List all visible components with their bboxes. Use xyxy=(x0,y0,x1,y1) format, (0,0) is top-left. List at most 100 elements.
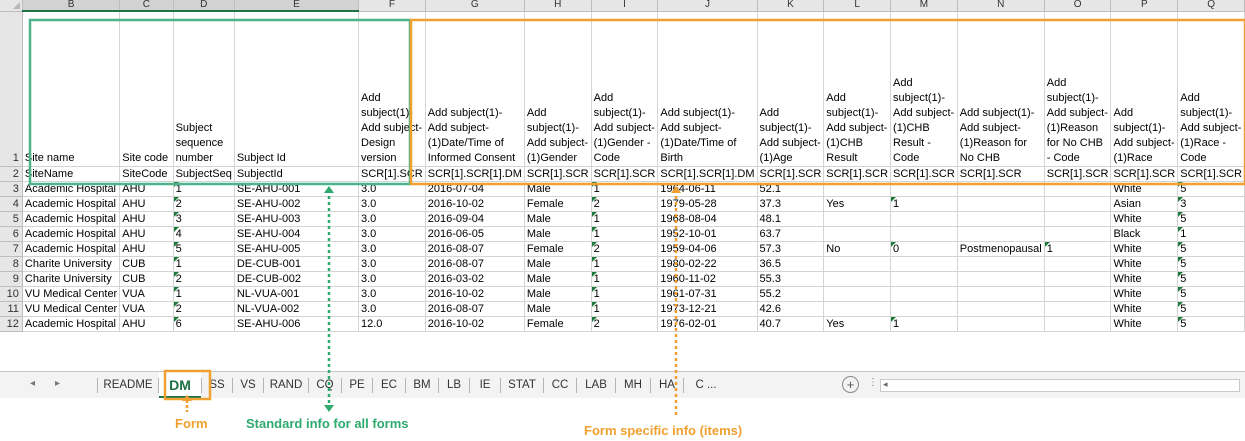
data-cell[interactable]: Yes xyxy=(823,316,892,332)
data-cell[interactable] xyxy=(1044,181,1112,197)
data-cell[interactable]: AHU xyxy=(119,316,174,332)
header-cell[interactable]: Add subject(1)- Add subject- (1)Reason f… xyxy=(1044,11,1112,167)
sheet-tab-stat[interactable]: STAT xyxy=(501,372,543,398)
data-cell[interactable] xyxy=(1044,271,1112,287)
data-cell[interactable]: 2 xyxy=(173,301,235,317)
header-cell[interactable]: Add subject(1)- Add subject- (1)Race xyxy=(1110,11,1179,167)
data-cell[interactable]: 3.0 xyxy=(358,226,426,242)
data-cell[interactable]: 5 xyxy=(173,241,235,257)
data-cell[interactable]: Yes xyxy=(823,196,892,212)
scroll-tabs-left-icon[interactable]: ◂ xyxy=(30,378,35,389)
sheet-tab-c[interactable]: C ... xyxy=(684,372,728,398)
data-cell[interactable]: Academic Hospital xyxy=(22,181,121,197)
data-cell[interactable]: 5 xyxy=(1177,241,1245,257)
data-cell[interactable]: NL-VUA-002 xyxy=(234,301,360,317)
code-cell[interactable]: SubjectSeq xyxy=(173,166,235,182)
sheet-tab-vs[interactable]: VS xyxy=(233,372,263,398)
data-cell[interactable]: Academic Hospital xyxy=(22,241,121,257)
data-cell[interactable] xyxy=(823,226,892,242)
header-cell[interactable]: Add subject(1)- Add subject- (1)Gender -… xyxy=(591,11,659,167)
data-cell[interactable]: 1 xyxy=(591,211,659,227)
data-cell[interactable]: CUB xyxy=(119,271,174,287)
row-number[interactable]: 11 xyxy=(0,301,23,317)
data-cell[interactable] xyxy=(890,181,958,197)
code-cell[interactable]: SCR[1].SCR xyxy=(823,166,892,182)
data-cell[interactable]: VUA xyxy=(119,286,174,302)
row-number[interactable]: 7 xyxy=(0,241,23,257)
data-cell[interactable] xyxy=(1044,301,1112,317)
data-cell[interactable]: Asian xyxy=(1110,196,1179,212)
data-cell[interactable]: 55.2 xyxy=(757,286,825,302)
data-cell[interactable]: AHU xyxy=(119,226,174,242)
data-cell[interactable]: White xyxy=(1110,211,1179,227)
data-cell[interactable]: 2 xyxy=(591,241,659,257)
sheet-tab-ie[interactable]: IE xyxy=(470,372,500,398)
data-cell[interactable] xyxy=(890,286,958,302)
data-cell[interactable]: Female xyxy=(524,316,592,332)
data-cell[interactable]: Academic Hospital xyxy=(22,226,121,242)
data-cell[interactable]: 12.0 xyxy=(358,316,426,332)
header-cell[interactable]: Subject sequence number xyxy=(173,11,235,167)
data-cell[interactable]: 2016-08-07 xyxy=(425,241,525,257)
column-header[interactable]: E xyxy=(234,0,360,12)
code-cell[interactable]: SCR[1].SCR xyxy=(524,166,592,182)
column-header[interactable]: J xyxy=(657,0,758,12)
data-cell[interactable] xyxy=(823,181,892,197)
data-cell[interactable]: White xyxy=(1110,271,1179,287)
data-cell[interactable]: Academic Hospital xyxy=(22,316,121,332)
data-cell[interactable] xyxy=(890,256,958,272)
data-cell[interactable] xyxy=(890,271,958,287)
data-cell[interactable]: White xyxy=(1110,181,1179,197)
data-cell[interactable]: 2016-08-07 xyxy=(425,301,525,317)
data-cell[interactable]: 3 xyxy=(173,211,235,227)
sheet-tab-mh[interactable]: MH xyxy=(616,372,650,398)
data-cell[interactable]: 3.0 xyxy=(358,301,426,317)
data-cell[interactable]: 5 xyxy=(1177,301,1245,317)
column-header[interactable]: G xyxy=(425,0,525,12)
data-cell[interactable]: White xyxy=(1110,286,1179,302)
data-cell[interactable]: Academic Hospital xyxy=(22,196,121,212)
data-cell[interactable]: 2016-09-04 xyxy=(425,211,525,227)
data-cell[interactable] xyxy=(957,196,1045,212)
data-cell[interactable]: 5 xyxy=(1177,181,1245,197)
column-header[interactable]: I xyxy=(591,0,659,12)
row-number[interactable]: 6 xyxy=(0,226,23,242)
horizontal-scrollbar[interactable]: ◂ xyxy=(880,379,1240,392)
data-cell[interactable] xyxy=(957,271,1045,287)
column-header[interactable]: C xyxy=(119,0,174,12)
data-cell[interactable]: 40.7 xyxy=(757,316,825,332)
data-cell[interactable] xyxy=(823,301,892,317)
data-cell[interactable]: 2 xyxy=(591,316,659,332)
data-cell[interactable]: 1 xyxy=(890,316,958,332)
data-cell[interactable] xyxy=(1044,226,1112,242)
data-cell[interactable]: 2016-06-05 xyxy=(425,226,525,242)
code-cell[interactable]: SubjectId xyxy=(234,166,360,182)
data-cell[interactable]: 42.6 xyxy=(757,301,825,317)
data-cell[interactable]: 5 xyxy=(1177,211,1245,227)
data-cell[interactable]: AHU xyxy=(119,181,174,197)
data-cell[interactable]: 5 xyxy=(1177,256,1245,272)
data-cell[interactable] xyxy=(957,286,1045,302)
data-cell[interactable]: Male xyxy=(524,181,592,197)
add-sheet-button[interactable]: + xyxy=(842,376,859,393)
data-cell[interactable]: 3.0 xyxy=(358,181,426,197)
data-cell[interactable]: White xyxy=(1110,301,1179,317)
header-cell[interactable]: Add subject(1)- Add subject- (1)Reason f… xyxy=(957,11,1045,167)
code-cell[interactable]: SCR[1].SCR xyxy=(957,166,1045,182)
data-cell[interactable] xyxy=(823,286,892,302)
data-cell[interactable] xyxy=(890,301,958,317)
data-cell[interactable]: 3.0 xyxy=(358,211,426,227)
data-cell[interactable]: 3.0 xyxy=(358,271,426,287)
header-cell[interactable]: Add subject(1)- Add subject- (1)CHB Resu… xyxy=(823,11,892,167)
data-cell[interactable] xyxy=(1044,256,1112,272)
data-cell[interactable]: Male xyxy=(524,286,592,302)
data-cell[interactable]: 2016-10-02 xyxy=(425,196,525,212)
data-cell[interactable]: VU Medical Center xyxy=(22,301,121,317)
more-options-icon[interactable]: ⋮ xyxy=(868,377,878,388)
data-cell[interactable]: 2016-10-02 xyxy=(425,316,525,332)
row-number[interactable]: 5 xyxy=(0,211,23,227)
data-cell[interactable]: 52.1 xyxy=(757,181,825,197)
code-cell[interactable]: SCR[1].SCR xyxy=(890,166,958,182)
data-cell[interactable]: 1973-12-21 xyxy=(657,301,758,317)
data-cell[interactable] xyxy=(957,256,1045,272)
